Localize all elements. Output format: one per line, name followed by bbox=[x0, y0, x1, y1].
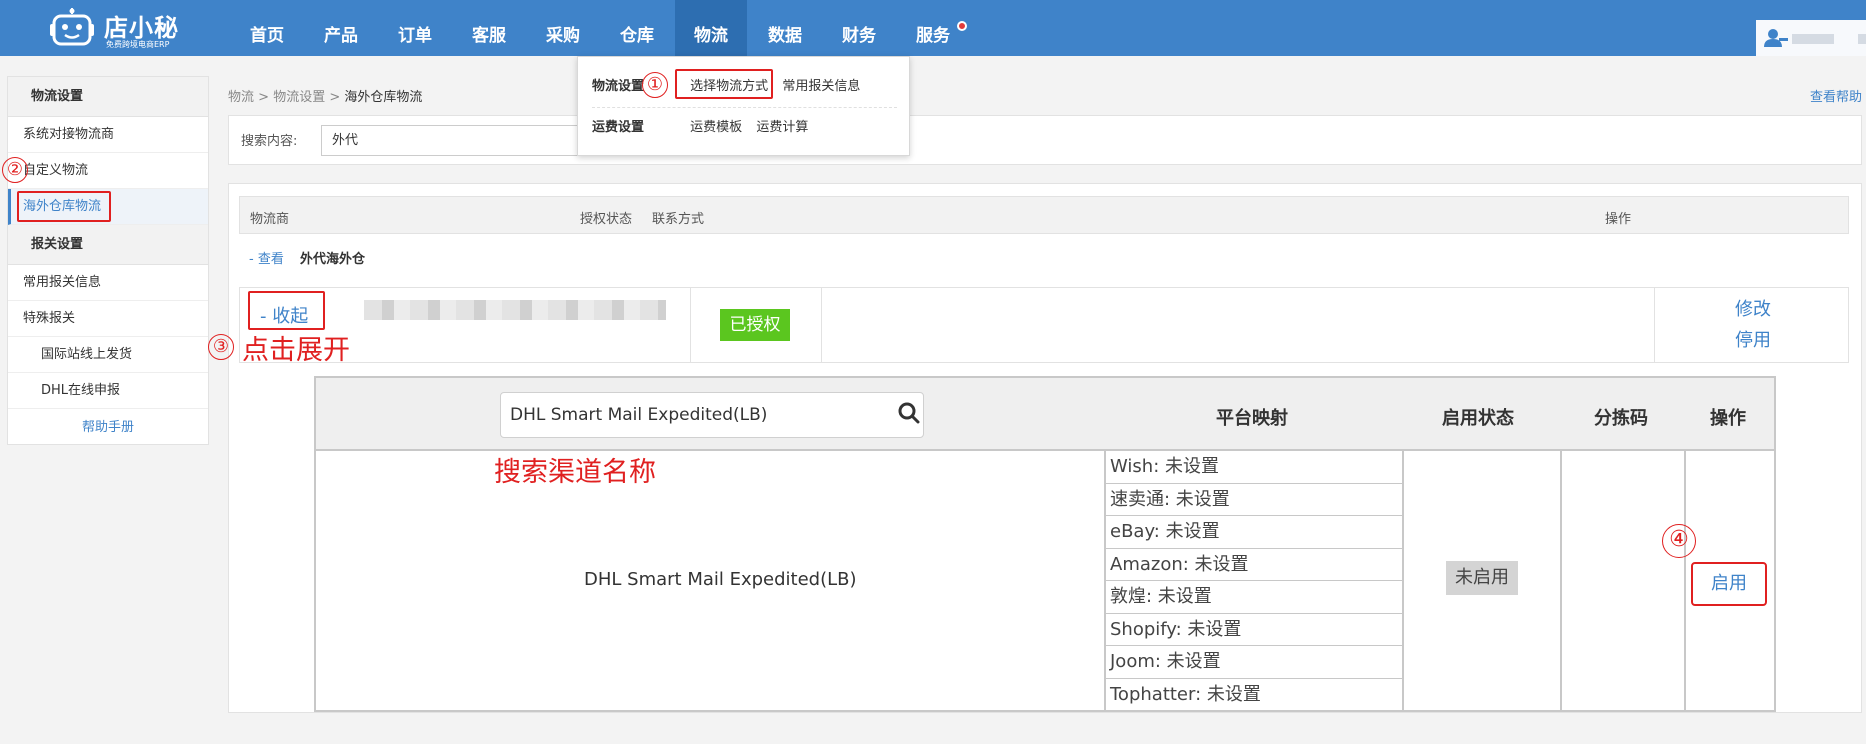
modify-link[interactable]: 修改 bbox=[1735, 295, 1771, 321]
nav-customer-service[interactable]: 客服 bbox=[453, 0, 525, 56]
logistics-dropdown-menu: 物流设置 选择物流方式 常用报关信息 运费设置 运费模板 运费计算 bbox=[577, 56, 910, 156]
sidebar-section-customs: 报关设置 bbox=[8, 225, 208, 265]
platform-item-ebay: eBay: 未设置 bbox=[1106, 516, 1404, 549]
dropdown-link-freight-template[interactable]: 运费模板 bbox=[690, 116, 742, 135]
header-platform-mapping: 平台映射 bbox=[1216, 408, 1288, 429]
view-help-link[interactable]: 查看帮助 bbox=[1810, 86, 1862, 105]
search-icon[interactable] bbox=[898, 402, 920, 424]
disable-link[interactable]: 停用 bbox=[1735, 326, 1771, 352]
nav-logistics[interactable]: 物流 bbox=[675, 0, 747, 56]
sidebar: 物流设置 系统对接物流商 自定义物流 海外仓库物流 报关设置 常用报关信息 特殊… bbox=[7, 76, 209, 445]
user-menu[interactable] bbox=[1756, 20, 1866, 56]
header-carrier: 物流商 bbox=[250, 212, 290, 227]
dropdown-group-logistics-settings: 物流设置 bbox=[592, 79, 645, 94]
highlight-box-select-method bbox=[675, 69, 773, 99]
sidebar-item-intl-shipping[interactable]: 国际站线上发货 bbox=[8, 337, 208, 373]
search-label: 搜索内容: bbox=[241, 134, 298, 149]
breadcrumb-logistics-settings[interactable]: 物流设置 bbox=[273, 90, 325, 105]
top-navbar: 店小秘 免费跨境电商ERP 首页 产品 订单 客服 采购 仓库 物流 数据 财务… bbox=[0, 0, 1866, 56]
table-header: 物流商 授权状态 联系方式 操作 bbox=[239, 196, 1849, 234]
sidebar-section-logistics: 物流设置 bbox=[8, 77, 208, 117]
breadcrumb: 物流 > 物流设置 > 海外仓库物流 bbox=[228, 86, 422, 105]
highlight-box-overseas bbox=[17, 191, 111, 222]
nav-warehouse[interactable]: 仓库 bbox=[601, 0, 673, 56]
header-actions: 操作 bbox=[1605, 212, 1632, 227]
enable-button[interactable]: 启用 bbox=[1691, 562, 1767, 606]
header-contact: 联系方式 bbox=[652, 212, 705, 227]
carrier-group-name: 外代海外仓 bbox=[300, 252, 366, 267]
platform-mapping-list: Wish: 未设置 速卖通: 未设置 eBay: 未设置 Amazon: 未设置… bbox=[1106, 451, 1404, 711]
logo-name: 店小秘 bbox=[104, 14, 179, 42]
dropdown-group-freight-settings: 运费设置 bbox=[592, 120, 645, 135]
breadcrumb-current: 海外仓库物流 bbox=[344, 90, 423, 105]
logo-subtitle: 免费跨境电商ERP bbox=[106, 40, 170, 49]
cell-divider bbox=[821, 288, 822, 362]
nav-orders[interactable]: 订单 bbox=[379, 0, 451, 56]
notification-dot bbox=[957, 21, 967, 31]
auth-status-badge: 已授权 bbox=[720, 309, 790, 341]
carrier-group-row: - 查看 外代海外仓 bbox=[239, 234, 1849, 274]
nav-data[interactable]: 数据 bbox=[749, 0, 821, 56]
dropdown-link-freight-calc[interactable]: 运费计算 bbox=[756, 116, 808, 135]
channel-name: DHL Smart Mail Expedited(LB) bbox=[584, 569, 857, 590]
annotation-step-3: ③ bbox=[208, 334, 234, 360]
breadcrumb-separator: > bbox=[325, 90, 345, 105]
platform-item-wish: Wish: 未设置 bbox=[1106, 451, 1404, 484]
nav-purchasing[interactable]: 采购 bbox=[527, 0, 599, 56]
search-panel: 搜索内容: 外代 bbox=[228, 115, 1862, 165]
platform-item-dhgate: 敦煌: 未设置 bbox=[1106, 581, 1404, 614]
sidebar-item-common-customs[interactable]: 常用报关信息 bbox=[8, 265, 208, 301]
col-divider bbox=[1684, 451, 1686, 710]
sidebar-item-custom-logistics[interactable]: 自定义物流 bbox=[8, 153, 208, 189]
nav-home[interactable]: 首页 bbox=[231, 0, 303, 56]
channel-table-header: DHL Smart Mail Expedited(LB) 平台映射 启用状态 分… bbox=[314, 376, 1776, 451]
help-manual-link[interactable]: 帮助手册 bbox=[8, 409, 208, 447]
username-blurred-extra bbox=[1858, 34, 1866, 44]
view-link[interactable]: - 查看 bbox=[249, 248, 284, 267]
sidebar-item-system-carriers[interactable]: 系统对接物流商 bbox=[8, 117, 208, 153]
dropdown-divider bbox=[592, 107, 897, 108]
col-divider bbox=[1560, 451, 1562, 710]
annotation-search-channel: 搜索渠道名称 bbox=[494, 457, 656, 488]
annotation-step-4: ④ bbox=[1662, 524, 1696, 558]
user-icon bbox=[1764, 29, 1788, 47]
platform-item-shopify: Shopify: 未设置 bbox=[1106, 614, 1404, 646]
header-sort-code: 分拣码 bbox=[1594, 408, 1648, 429]
sidebar-item-special-customs[interactable]: 特殊报关 bbox=[8, 301, 208, 337]
nav-products[interactable]: 产品 bbox=[305, 0, 377, 56]
app-logo[interactable]: 店小秘 免费跨境电商ERP bbox=[50, 6, 190, 50]
channel-table: DHL Smart Mail Expedited(LB) 平台映射 启用状态 分… bbox=[314, 376, 1776, 712]
search-input[interactable]: 外代 bbox=[321, 125, 581, 156]
channel-search-input[interactable]: DHL Smart Mail Expedited(LB) bbox=[500, 392, 924, 438]
cell-divider bbox=[690, 288, 691, 362]
platform-item-tophatter: Tophatter: 未设置 bbox=[1110, 683, 1261, 705]
annotation-step-1: ① bbox=[642, 72, 668, 98]
carrier-info-blurred bbox=[364, 300, 666, 320]
header-channel-actions: 操作 bbox=[1710, 408, 1746, 429]
header-auth-status: 授权状态 bbox=[580, 212, 633, 227]
dropdown-link-common-customs[interactable]: 常用报关信息 bbox=[782, 75, 860, 94]
cell-divider bbox=[1654, 288, 1655, 362]
highlight-box-collapse bbox=[248, 291, 325, 330]
platform-item-aliexpress: 速卖通: 未设置 bbox=[1106, 484, 1404, 516]
sidebar-item-dhl-declare[interactable]: DHL在线申报 bbox=[8, 373, 208, 409]
annotation-click-expand: 点击展开 bbox=[242, 335, 350, 366]
enable-status-badge: 未启用 bbox=[1446, 561, 1518, 595]
breadcrumb-separator: > bbox=[254, 90, 274, 105]
sidebar-item-overseas-warehouse[interactable]: 海外仓库物流 bbox=[8, 189, 208, 225]
nav-finance[interactable]: 财务 bbox=[823, 0, 895, 56]
breadcrumb-logistics[interactable]: 物流 bbox=[228, 90, 254, 105]
header-enable-status: 启用状态 bbox=[1442, 408, 1514, 429]
annotation-step-2: ② bbox=[2, 157, 28, 183]
robot-logo-icon bbox=[50, 8, 94, 46]
username-blurred bbox=[1792, 34, 1834, 44]
platform-item-joom: Joom: 未设置 bbox=[1106, 646, 1404, 679]
channel-table-body: DHL Smart Mail Expedited(LB) Wish: 未设置 速… bbox=[314, 451, 1776, 712]
dropdown-row-freight-settings: 运费设置 运费模板 运费计算 bbox=[592, 116, 808, 136]
carrier-row: - 收起 已授权 bbox=[239, 287, 1849, 363]
platform-item-amazon: Amazon: 未设置 bbox=[1106, 549, 1404, 581]
